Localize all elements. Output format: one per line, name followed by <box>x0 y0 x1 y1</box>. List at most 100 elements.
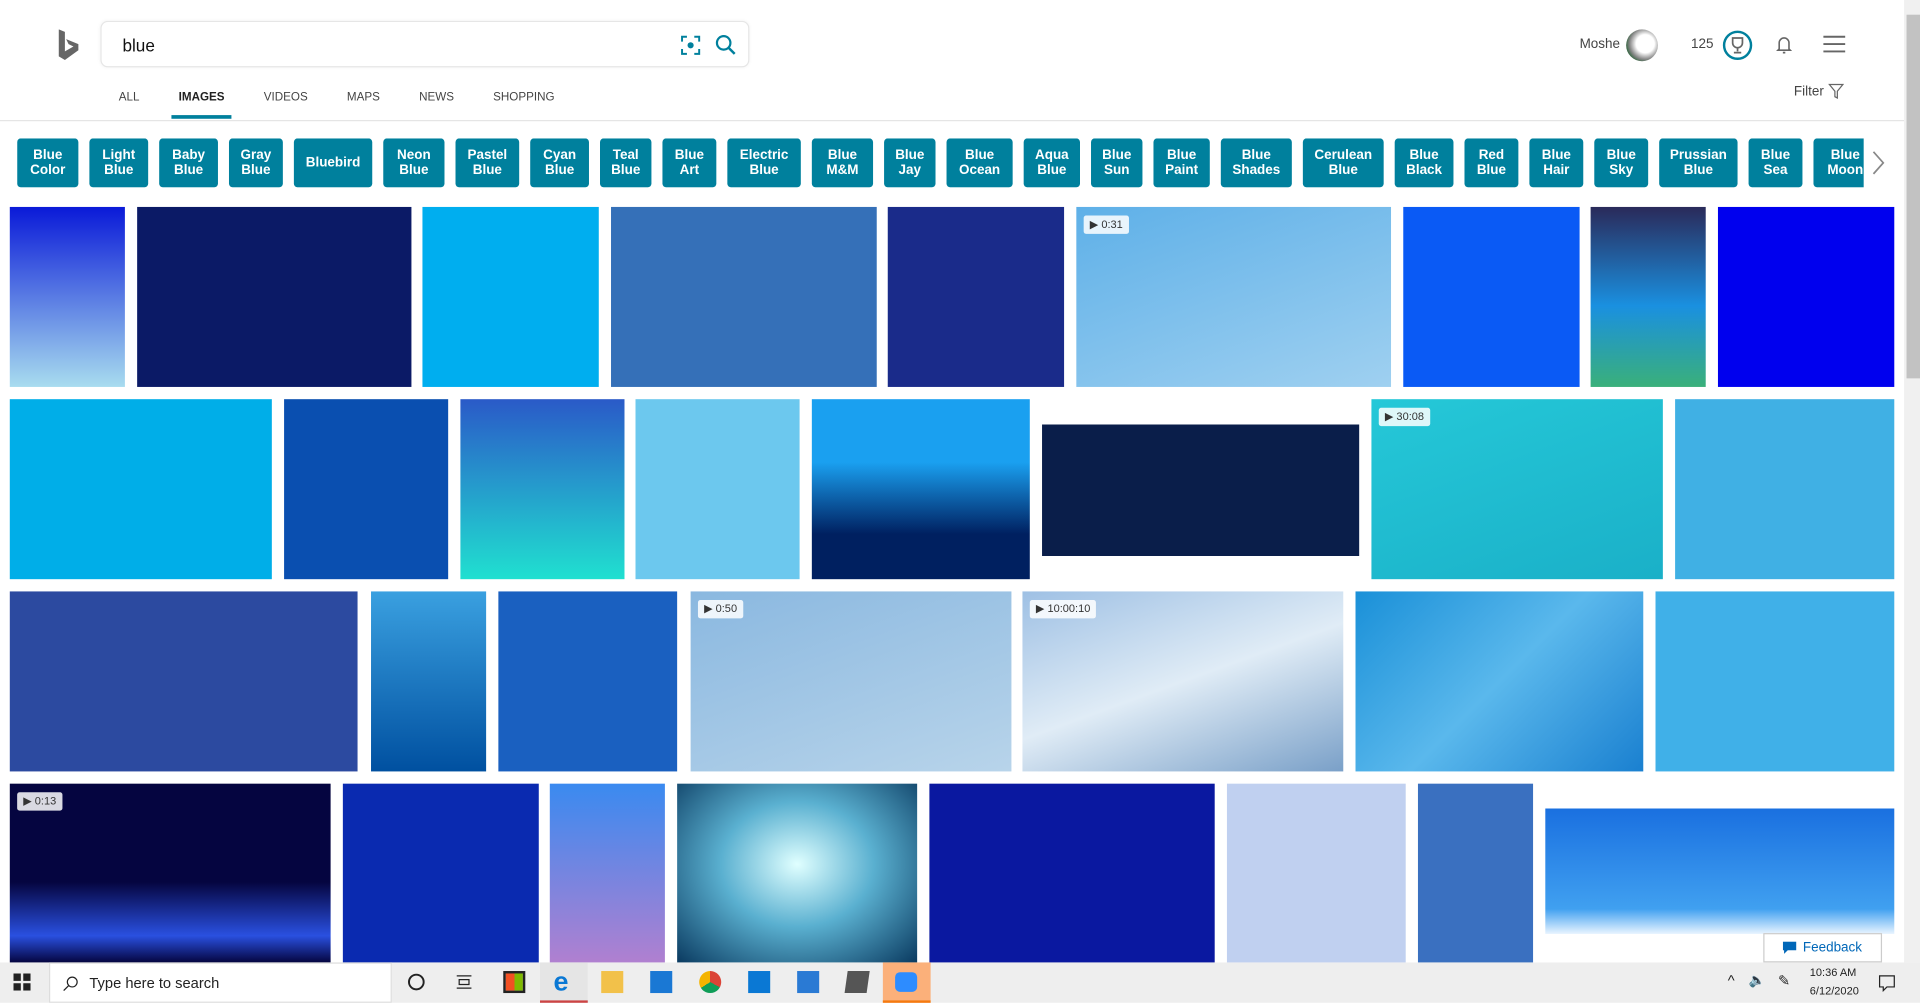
video-result[interactable]: ▶ 0:13 <box>9 783 331 963</box>
filter-button[interactable]: Filter <box>1794 84 1824 99</box>
related-search-chip[interactable]: Neon Blue <box>383 138 445 188</box>
image-result[interactable] <box>9 206 125 387</box>
image-result[interactable] <box>498 591 678 772</box>
related-search-chip[interactable]: Blue Moon <box>1813 138 1864 188</box>
image-result[interactable] <box>549 783 665 963</box>
image-result[interactable] <box>929 783 1215 963</box>
user-name[interactable]: Moshe <box>1580 37 1620 52</box>
search-input[interactable]: blue <box>122 36 154 56</box>
tab-news[interactable]: NEWS <box>419 91 454 120</box>
clock-time[interactable]: 10:36 AM <box>1810 966 1857 978</box>
related-search-chip[interactable]: Electric Blue <box>727 138 801 188</box>
video-result[interactable]: ▶ 10:00:10 <box>1022 591 1344 772</box>
roblox-icon[interactable] <box>844 971 870 994</box>
mail-icon[interactable] <box>650 971 673 994</box>
related-search-chip[interactable]: Blue Sea <box>1748 138 1803 188</box>
image-result[interactable] <box>1355 591 1644 772</box>
clock-date[interactable]: 6/12/2020 <box>1810 984 1859 996</box>
filter-icon[interactable] <box>1828 83 1845 99</box>
image-result[interactable] <box>9 591 358 772</box>
image-result[interactable] <box>1717 206 1895 387</box>
related-search-chip[interactable]: Blue Shades <box>1220 138 1292 188</box>
related-search-chip[interactable]: Blue M&M <box>811 138 874 188</box>
avatar[interactable] <box>1626 29 1658 62</box>
related-search-chip[interactable]: Blue Black <box>1394 138 1454 188</box>
related-search-chip[interactable]: Blue Ocean <box>946 138 1013 188</box>
related-search-chip[interactable]: Baby Blue <box>159 138 218 188</box>
tray-chevron-icon[interactable]: ^ <box>1728 972 1735 989</box>
image-result[interactable] <box>635 399 800 580</box>
image-result[interactable] <box>611 206 877 387</box>
image-result[interactable] <box>137 206 412 387</box>
image-result[interactable] <box>9 399 272 580</box>
related-search-chip[interactable]: Blue Sun <box>1091 138 1143 188</box>
video-result[interactable]: ▶ 0:31 <box>1076 206 1392 387</box>
related-search-chip[interactable]: Teal Blue <box>600 138 652 188</box>
image-result[interactable] <box>371 591 487 772</box>
task-view-icon[interactable] <box>453 971 475 993</box>
video-duration-badge: ▶ 0:13 <box>17 792 63 811</box>
related-search-chip[interactable]: Blue Art <box>662 138 717 188</box>
app-icon[interactable] <box>748 971 771 994</box>
rewards-trophy-icon[interactable] <box>1722 29 1754 61</box>
image-result[interactable] <box>1417 783 1534 963</box>
related-search-chip[interactable]: Pastel Blue <box>455 138 520 188</box>
chrome-icon[interactable] <box>699 971 722 994</box>
tab-images[interactable]: IMAGES <box>171 91 233 120</box>
volume-icon[interactable]: 🔈 <box>1749 972 1766 988</box>
bing-logo[interactable] <box>56 29 80 61</box>
image-result[interactable] <box>460 399 625 580</box>
feedback-button[interactable]: Feedback <box>1763 933 1883 963</box>
image-result[interactable] <box>1590 206 1706 387</box>
zoom-app-button[interactable] <box>882 962 931 1003</box>
search-box[interactable]: blue <box>100 20 750 68</box>
edge-app-button[interactable]: e <box>540 962 588 1003</box>
related-search-chip[interactable]: Cyan Blue <box>530 138 589 188</box>
tab-shopping[interactable]: SHOPPING <box>493 91 554 120</box>
image-result[interactable] <box>677 783 918 963</box>
video-result[interactable]: ▶ 0:50 <box>690 591 1012 772</box>
related-search-chip[interactable]: Red Blue <box>1464 138 1519 188</box>
hamburger-menu-icon[interactable] <box>1823 35 1846 53</box>
related-search-chip[interactable]: Prussian Blue <box>1659 138 1738 188</box>
scrollbar-thumb[interactable] <box>1906 14 1920 379</box>
header-divider <box>0 120 1905 122</box>
related-search-chip[interactable]: Cerulean Blue <box>1302 138 1384 188</box>
related-search-chip[interactable]: Blue Hair <box>1529 138 1584 188</box>
related-search-chip[interactable]: Blue Color <box>17 138 79 188</box>
chevron-right-icon[interactable] <box>1870 149 1887 176</box>
people-app-icon[interactable] <box>797 971 820 994</box>
related-search-chip[interactable]: Aqua Blue <box>1023 138 1081 188</box>
image-result[interactable] <box>887 206 1065 387</box>
visual-search-icon[interactable] <box>678 33 702 57</box>
action-center-icon[interactable] <box>1878 975 1895 992</box>
video-result[interactable]: ▶ 30:08 <box>1371 399 1663 580</box>
windows-start-icon[interactable] <box>13 973 31 991</box>
related-search-chip[interactable]: Gray Blue <box>228 138 283 188</box>
related-search-chip[interactable]: Blue Sky <box>1594 138 1649 188</box>
tab-maps[interactable]: MAPS <box>347 91 380 120</box>
related-search-chip[interactable]: Bluebird <box>293 138 373 188</box>
image-result[interactable] <box>1226 783 1406 963</box>
taskbar-search-input[interactable]: Type here to search <box>48 962 392 1003</box>
rewards-points[interactable]: 125 <box>1691 37 1713 52</box>
cortana-icon[interactable] <box>405 971 427 993</box>
image-result[interactable] <box>1675 399 1895 580</box>
image-result[interactable] <box>1655 591 1895 772</box>
search-icon[interactable] <box>714 33 738 57</box>
microsoft-store-icon[interactable] <box>503 971 526 994</box>
tab-videos[interactable]: VIDEOS <box>264 91 308 120</box>
notification-bell-icon[interactable] <box>1776 34 1793 55</box>
pen-icon[interactable]: ✎ <box>1778 972 1790 989</box>
image-result[interactable] <box>422 206 599 387</box>
tab-all[interactable]: ALL <box>119 91 140 120</box>
image-result[interactable] <box>811 399 1030 580</box>
image-result[interactable] <box>284 399 449 580</box>
related-search-chip[interactable]: Light Blue <box>89 138 149 188</box>
image-result[interactable] <box>1042 399 1360 580</box>
file-explorer-icon[interactable] <box>601 971 624 994</box>
image-result[interactable] <box>342 783 539 963</box>
related-search-chip[interactable]: Blue Paint <box>1153 138 1210 188</box>
related-search-chip[interactable]: Blue Jay <box>884 138 936 188</box>
image-result[interactable] <box>1403 206 1580 387</box>
